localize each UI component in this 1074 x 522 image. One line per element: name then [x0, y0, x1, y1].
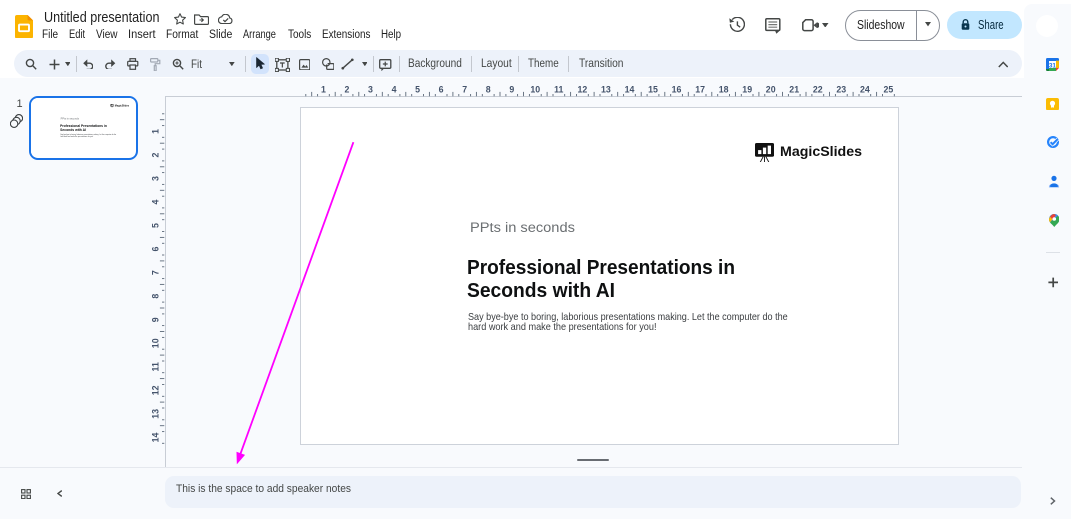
svg-text:10: 10 [151, 338, 161, 348]
svg-text:14: 14 [151, 433, 161, 443]
svg-text:8: 8 [151, 294, 161, 299]
svg-text:7: 7 [151, 270, 161, 275]
svg-text:11: 11 [151, 362, 161, 371]
svg-text:3: 3 [151, 176, 161, 181]
svg-text:12: 12 [151, 385, 161, 395]
svg-text:1: 1 [151, 129, 161, 134]
svg-text:31: 31 [1049, 62, 1057, 69]
svg-text:5: 5 [151, 223, 161, 228]
svg-text:13: 13 [151, 409, 161, 419]
svg-text:4: 4 [151, 200, 161, 205]
svg-text:9: 9 [151, 317, 161, 322]
svg-text:6: 6 [151, 247, 161, 252]
svg-text:2: 2 [151, 152, 161, 157]
